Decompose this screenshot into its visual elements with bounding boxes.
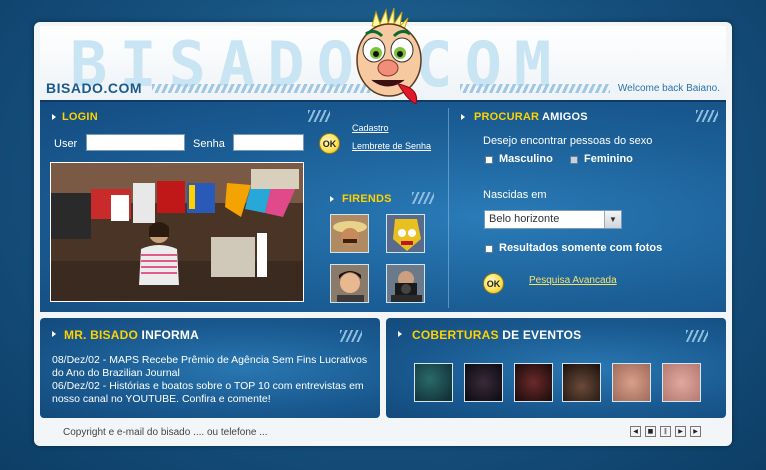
chevron-down-icon[interactable]: ▼ <box>604 211 621 228</box>
news-item[interactable]: 08/Dez/02 - MAPS Recebe Prêmio de Agênci… <box>52 354 378 380</box>
informa-title-accent: MR. BISADO <box>64 328 138 342</box>
search-title-rest: AMIGOS <box>542 111 588 123</box>
events-title-accent: COBERTURAS <box>412 328 499 342</box>
site-logo[interactable]: BISADO.COM <box>46 80 142 96</box>
informa-stripes-icon <box>340 330 362 342</box>
friend-thumb-4[interactable] <box>386 264 425 303</box>
user-label: User <box>54 138 78 150</box>
masculino-label: Masculino <box>499 153 553 165</box>
forgot-password-link[interactable]: Lembrete de Senha <box>352 141 431 151</box>
friends-bullet-icon <box>330 196 334 202</box>
header-stripes-right <box>460 84 610 93</box>
cadastro-link[interactable]: Cadastro <box>352 123 389 133</box>
feminino-checkbox[interactable] <box>570 156 578 164</box>
password-label: Senha <box>193 138 225 150</box>
news-list: 08/Dez/02 - MAPS Recebe Prêmio de Agênci… <box>52 354 378 406</box>
city-select-value: Belo horizonte <box>489 213 560 225</box>
password-input[interactable] <box>233 134 304 151</box>
events-title-rest: DE EVENTOS <box>502 328 582 342</box>
informa-title: MR. BISADO INFORMA <box>64 328 199 342</box>
masculino-checkbox[interactable] <box>485 156 493 164</box>
search-title: PROCURAR AMIGOS <box>474 111 588 123</box>
login-title: LOGIN <box>62 111 98 123</box>
friend-avatar-3 <box>331 265 368 302</box>
city-select[interactable]: Belo horizonte ▼ <box>484 210 622 229</box>
news-item[interactable]: 06/Dez/02 - Histórias e boatos sobre o T… <box>52 380 378 406</box>
footer-text: Copyright e e-mail do bisado .... ou tel… <box>63 427 268 438</box>
login-stripes-icon <box>308 110 330 122</box>
friend-thumb-3[interactable] <box>330 264 369 303</box>
login-ok-button[interactable]: OK <box>319 133 340 154</box>
event-thumb-4[interactable] <box>562 363 601 402</box>
event-thumb-6[interactable] <box>662 363 701 402</box>
events-panel: COBERTURAS DE EVENTOS <box>386 318 726 418</box>
friend-thumb-2[interactable] <box>386 214 425 253</box>
pause-icon[interactable]: ‖ <box>660 426 671 437</box>
main-panel: LOGIN User Senha OK Cadastro Lembrete de… <box>40 100 726 312</box>
events-bullet-icon <box>398 331 402 337</box>
welcome-message: Welcome back Baiano. <box>617 83 720 94</box>
stop-icon[interactable]: ■ <box>645 426 656 437</box>
informa-panel: MR. BISADO INFORMA 08/Dez/02 - MAPS Rece… <box>40 318 380 418</box>
user-input[interactable] <box>86 134 185 151</box>
informa-bullet-icon <box>52 331 56 337</box>
events-stripes-icon <box>686 330 708 342</box>
event-thumb-1[interactable] <box>414 363 453 402</box>
mascot-logo <box>356 8 422 105</box>
event-thumb-3[interactable] <box>514 363 553 402</box>
search-ok-button[interactable]: OK <box>483 273 504 294</box>
advanced-search-link[interactable]: Pesquisa Avancada <box>529 275 617 286</box>
search-stripes-icon <box>696 110 718 122</box>
photos-only-label: Resultados somente com fotos <box>499 242 663 254</box>
friend-thumb-1[interactable] <box>330 214 369 253</box>
event-thumb-2[interactable] <box>464 363 503 402</box>
event-thumb-5[interactable] <box>612 363 651 402</box>
friend-avatar-4 <box>387 265 424 302</box>
photos-only-checkbox[interactable] <box>485 245 493 253</box>
skip-forward-icon[interactable]: ▶ <box>690 426 701 437</box>
bar-photo-image <box>51 163 303 301</box>
search-title-accent: PROCURAR <box>474 111 540 123</box>
informa-title-rest: INFORMA <box>141 328 199 342</box>
sex-prompt: Desejo encontrar pessoas do sexo <box>483 135 653 147</box>
events-title: COBERTURAS DE EVENTOS <box>412 328 581 342</box>
feminino-label: Feminino <box>584 153 633 165</box>
friend-avatar-2 <box>387 215 424 252</box>
friends-title: FIRENDS <box>342 193 392 205</box>
friends-stripes-icon <box>412 192 434 204</box>
featured-photo[interactable] <box>50 162 304 302</box>
friend-avatar-1 <box>331 215 368 252</box>
skip-back-icon[interactable]: ◀ <box>630 426 641 437</box>
born-label: Nascidas em <box>483 189 547 201</box>
search-bullet-icon <box>461 114 465 120</box>
login-bullet-icon <box>52 114 56 120</box>
panel-divider <box>448 108 449 308</box>
play-icon[interactable]: ▶ <box>675 426 686 437</box>
